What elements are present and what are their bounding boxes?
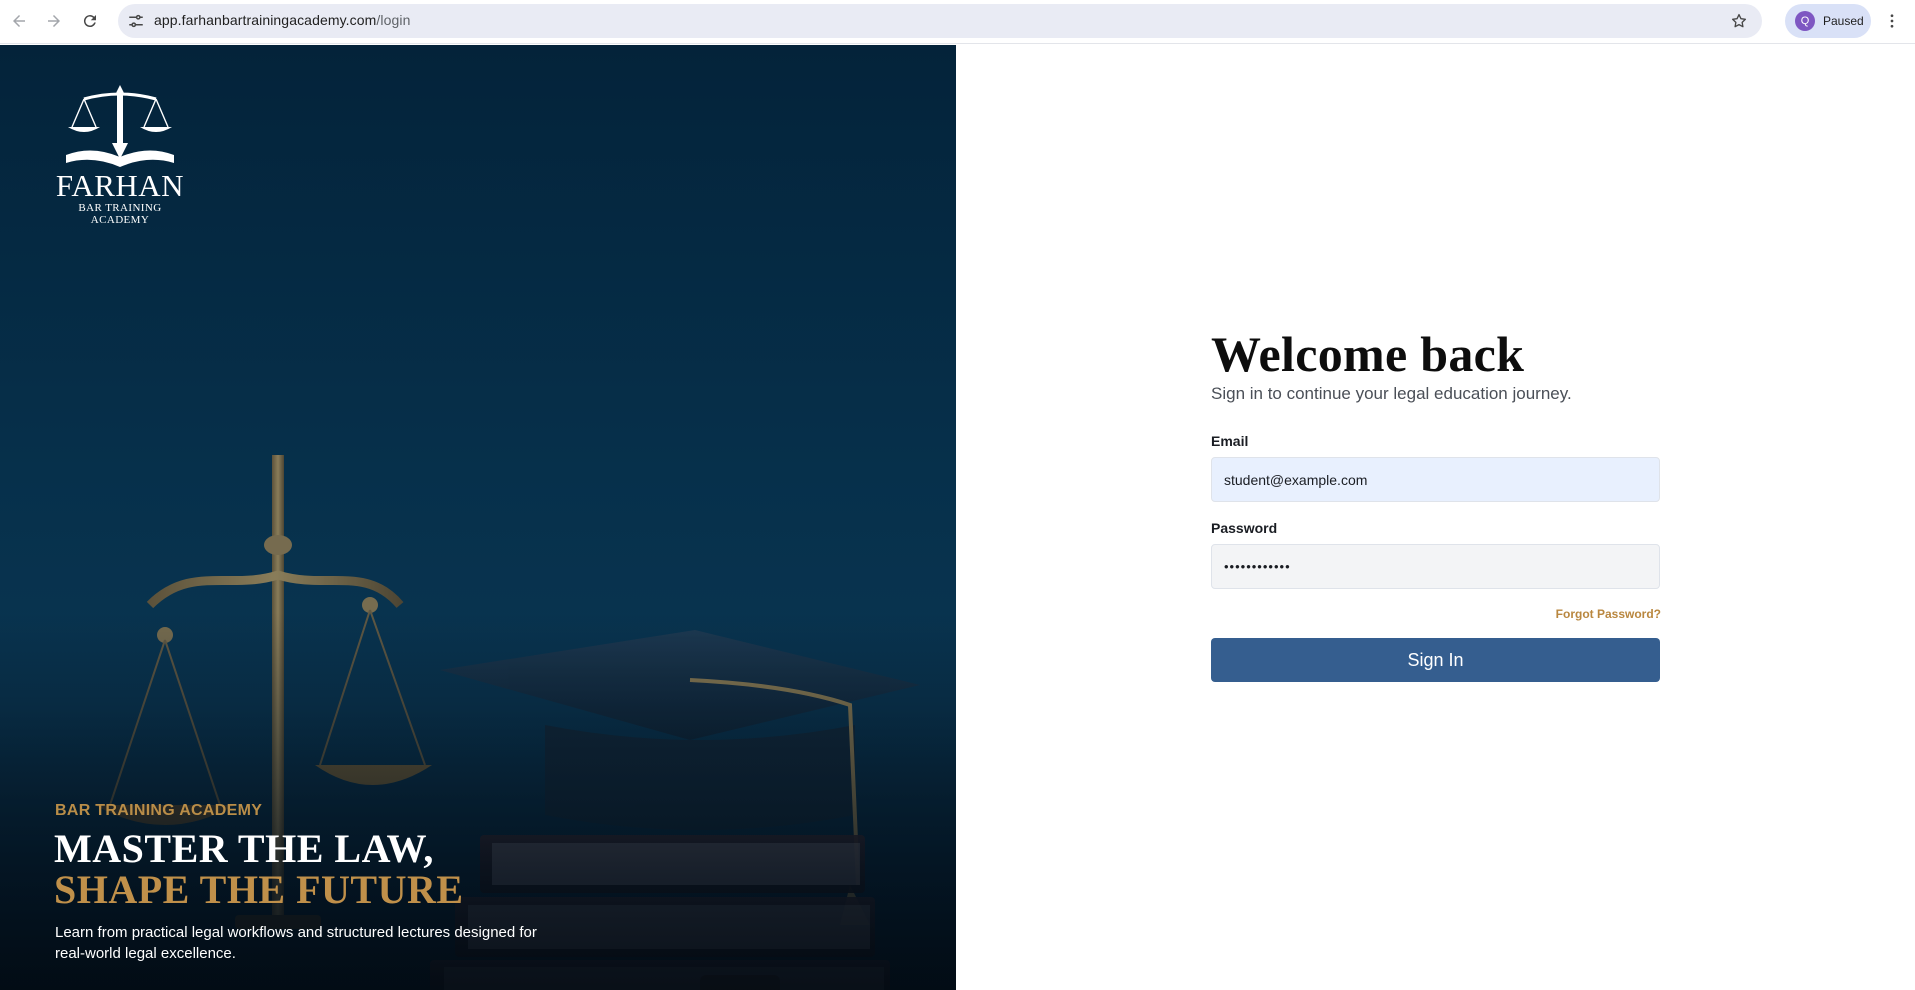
- password-value: ••••••••••••: [1224, 559, 1291, 574]
- kebab-menu-icon[interactable]: [1880, 9, 1904, 33]
- url-host: app.farhanbartrainingacademy.com: [154, 12, 377, 28]
- hero-title-line2: SHAPE THE FUTURE: [54, 867, 464, 912]
- logo-subtitle: BAR TRAINING ACADEMY: [52, 202, 188, 226]
- email-field[interactable]: student@example.com: [1211, 457, 1660, 502]
- avatar: Q: [1795, 11, 1815, 31]
- back-button[interactable]: [6, 8, 32, 34]
- url-path: /login: [376, 12, 411, 28]
- logo-sub-line2: ACADEMY: [90, 214, 150, 226]
- email-value: student@example.com: [1224, 471, 1368, 488]
- forgot-password-link[interactable]: Forgot Password?: [1556, 607, 1661, 621]
- address-bar[interactable]: app.farhanbartrainingacademy.com/login: [118, 4, 1762, 38]
- forgot-row: Forgot Password?: [1211, 605, 1661, 621]
- login-form: Welcome back Sign in to continue your le…: [1211, 325, 1661, 682]
- profile-button[interactable]: Q Paused: [1785, 4, 1871, 38]
- hero-description: Learn from practical legal workflows and…: [55, 924, 537, 962]
- forward-button[interactable]: [41, 8, 67, 34]
- logo-name: FARHAN: [55, 168, 185, 203]
- password-field[interactable]: ••••••••••••: [1211, 544, 1660, 589]
- academy-logo: FARHAN BAR TRAINING ACADEMY: [52, 85, 188, 226]
- logo-sub-line1: BAR TRAINING: [78, 202, 162, 214]
- reload-button[interactable]: [77, 8, 103, 34]
- password-label: Password: [1211, 520, 1278, 536]
- browser-toolbar: app.farhanbartrainingacademy.com/login Q…: [0, 0, 1915, 44]
- reload-icon: [83, 15, 96, 28]
- hero-title-line1: MASTER THE LAW,: [54, 826, 434, 871]
- sign-in-button[interactable]: Sign In: [1211, 638, 1660, 682]
- page-title: Welcome back: [1211, 326, 1525, 382]
- email-label: Email: [1211, 433, 1249, 449]
- profile-status: Paused: [1823, 14, 1864, 28]
- forward-arrow-icon: [48, 15, 60, 27]
- hero-eyebrow: BAR TRAINING ACADEMY: [55, 802, 263, 819]
- bookmark-star-icon[interactable]: [1728, 10, 1750, 32]
- site-settings-icon[interactable]: [126, 11, 146, 31]
- url-text[interactable]: app.farhanbartrainingacademy.com/login: [154, 12, 410, 28]
- back-arrow-icon: [13, 15, 25, 27]
- page-subtitle: Sign in to continue your legal education…: [1211, 384, 1572, 403]
- hero-panel: FARHAN BAR TRAINING ACADEMY BAR TRAINING…: [0, 45, 956, 990]
- scales-pen-logo-icon: [66, 85, 174, 167]
